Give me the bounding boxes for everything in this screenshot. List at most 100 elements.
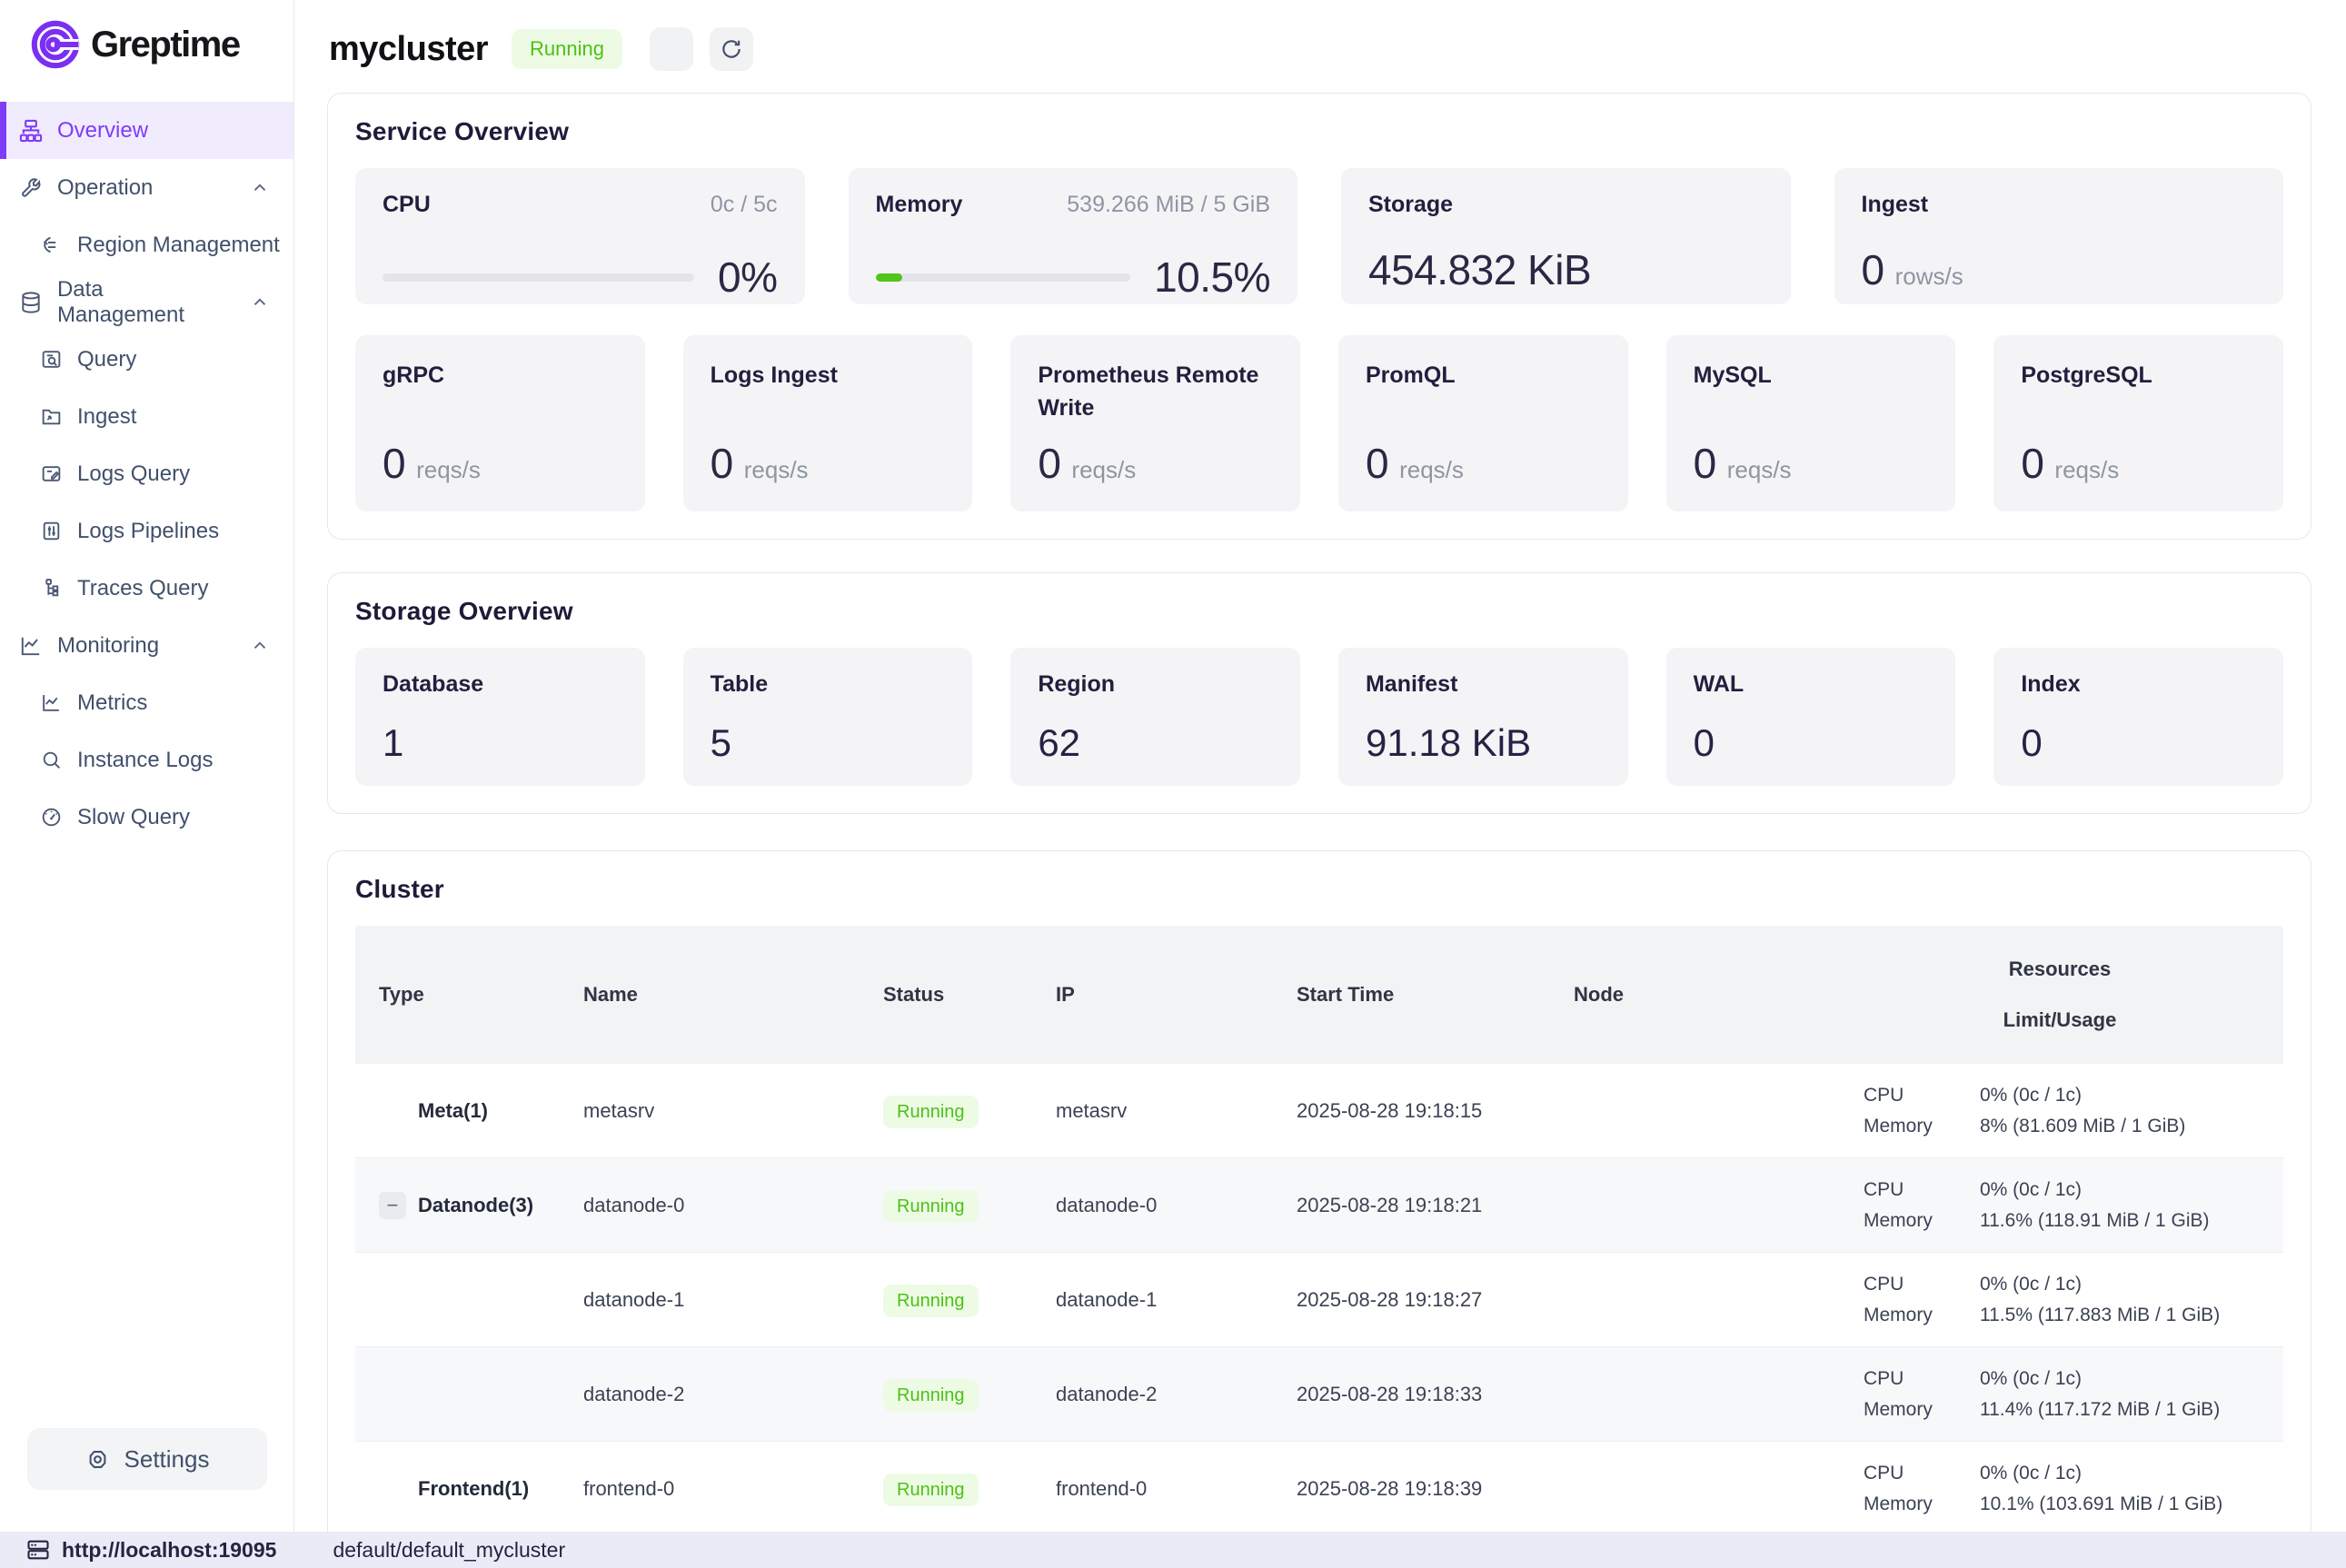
brand-name: Greptime [91,25,240,65]
region-management-icon [38,233,64,258]
cpu-percent: 0% [718,253,777,302]
service-gauge-row: CPU 0c / 5c 0% Memory 539.266 MiB / 5 Gi… [355,168,2283,304]
mysql-card: MySQL 0reqs/s [1666,335,1956,511]
resource-value: 0% (0c / 1c) [1980,1368,2283,1390]
table-row-datanode-2: datanode-2 Running datanode-2 2025-08-28… [355,1347,2283,1442]
card-label: WAL [1694,671,1745,697]
row-name: datanode-0 [560,1194,860,1217]
ingest-label: Ingest [1862,192,1929,218]
status-badge: Running [883,1285,979,1317]
logs-ingest-card: Logs Ingest 0reqs/s [683,335,973,511]
rate-unit: reqs/s [1071,456,1136,483]
resource-label: Memory [1864,1399,1980,1421]
card-value: 62 [1038,721,1273,765]
promql-card: PromQL 0reqs/s [1338,335,1628,511]
sidebar-item-traces-query[interactable]: Traces Query [0,560,293,617]
table-row-datanode-0: − Datanode(3) datanode-0 Running datanod… [355,1158,2283,1253]
chevron-up-icon [250,178,270,198]
query-icon [38,347,64,372]
card-label: Database [383,671,483,697]
resource-label: Memory [1864,1116,1980,1137]
row-name: frontend-0 [560,1477,860,1501]
row-ip: datanode-1 [1032,1288,1273,1312]
collapse-datanode-button[interactable]: − [379,1192,406,1219]
status-badge: Running [883,1096,979,1128]
resource-label: CPU [1864,1368,1980,1390]
settings-button[interactable]: Settings [27,1428,267,1490]
resource-value: 11.4% (117.172 MiB / 1 GiB) [1980,1399,2283,1421]
sidebar-item-label: Slow Query [77,805,190,830]
rate-unit: reqs/s [1727,456,1792,483]
row-start-time: 2025-08-28 19:18:27 [1273,1288,1550,1312]
refresh-button[interactable] [710,27,753,71]
row-type: Meta(1) [418,1099,488,1123]
column-header-name: Name [560,983,860,1007]
section-title: Cluster [355,875,2283,904]
sidebar-item-operation[interactable]: Operation [0,159,293,216]
blank-action-button[interactable] [650,27,693,71]
table-row-meta: Meta(1) metasrv Running metasrv 2025-08-… [355,1064,2283,1158]
rate-value: 0 [1038,440,1060,487]
rate-value: 0 [2021,440,2043,487]
database-icon [18,290,44,315]
settings-label: Settings [124,1445,210,1474]
row-resources: CPU0% (0c / 1c) Memory10.1% (103.691 MiB… [1836,1463,2283,1515]
page-header: mycluster Running [329,25,2311,73]
sidebar-item-query[interactable]: Query [0,331,293,388]
app-window: Greptime Overview Operation [0,0,2346,1532]
ingest-value: 0 [1862,246,1884,293]
resource-label: Memory [1864,1210,1980,1232]
resource-value: 8% (81.609 MiB / 1 GiB) [1980,1116,2283,1137]
rate-unit: reqs/s [1399,456,1464,483]
sidebar-item-ingest[interactable]: Ingest [0,388,293,445]
memory-percent: 10.5% [1154,253,1270,302]
storage-card-row: Database 1 Table 5 Region 62 Manifest 91… [355,648,2283,786]
row-resources: CPU0% (0c / 1c) Memory11.5% (117.883 MiB… [1836,1274,2283,1326]
sidebar-item-label: Operation [57,175,153,201]
sidebar-item-label: Metrics [77,690,147,716]
sidebar-item-data-management[interactable]: Data Management [0,273,293,331]
server-icon [25,1537,51,1563]
header-actions [650,27,753,71]
wrench-icon [18,175,44,201]
row-name: datanode-1 [560,1288,860,1312]
table-card: Table 5 [683,648,973,786]
row-start-time: 2025-08-28 19:18:21 [1273,1194,1550,1217]
sidebar-item-region-management[interactable]: Region Management [0,216,293,273]
page-title: mycluster [329,30,488,69]
storage-value: 454.832 KiB [1368,245,1764,294]
server-url: http://localhost:19095 [62,1538,276,1563]
sidebar-item-overview[interactable]: Overview [0,102,293,159]
sidebar-item-metrics[interactable]: Metrics [0,674,293,731]
table-row-datanode-1: datanode-1 Running datanode-1 2025-08-28… [355,1253,2283,1347]
status-badge: Running [883,1190,979,1223]
limit-usage-header-label: Limit/Usage [2003,1008,2117,1032]
cpu-label: CPU [383,192,431,218]
row-name: metasrv [560,1099,860,1123]
sidebar-item-instance-logs[interactable]: Instance Logs [0,731,293,789]
sidebar-item-slow-query[interactable]: Slow Query [0,789,293,846]
memory-card: Memory 539.266 MiB / 5 GiB 10.5% [849,168,1298,304]
sidebar-item-label: Region Management [77,233,280,258]
ingest-card: Ingest 0rows/s [1834,168,2284,304]
cluster-table-header: Type Name Status IP Start Time Node Reso… [355,926,2283,1064]
sidebar-item-label: Logs Pipelines [77,519,219,544]
resource-label: CPU [1864,1085,1980,1107]
sidebar-item-logs-query[interactable]: Logs Query [0,445,293,502]
resource-label: CPU [1864,1274,1980,1295]
resource-label: Memory [1864,1305,1980,1326]
sidebar-item-logs-pipelines[interactable]: Logs Pipelines [0,502,293,560]
greptime-logo-icon [29,18,82,71]
row-resources: CPU0% (0c / 1c) Memory8% (81.609 MiB / 1… [1836,1085,2283,1137]
sidebar-item-label: Ingest [77,404,136,430]
rate-label: PostgreSQL [2021,359,2256,392]
resource-label: CPU [1864,1463,1980,1484]
card-label: Manifest [1366,671,1457,697]
rate-label: gRPC [383,359,618,392]
rate-unit: reqs/s [744,456,809,483]
database-card: Database 1 [355,648,645,786]
sidebar-item-label: Overview [57,118,148,144]
sidebar-item-monitoring[interactable]: Monitoring [0,617,293,674]
sidebar-menu: Overview Operation [0,102,293,846]
row-name: datanode-2 [560,1383,860,1406]
